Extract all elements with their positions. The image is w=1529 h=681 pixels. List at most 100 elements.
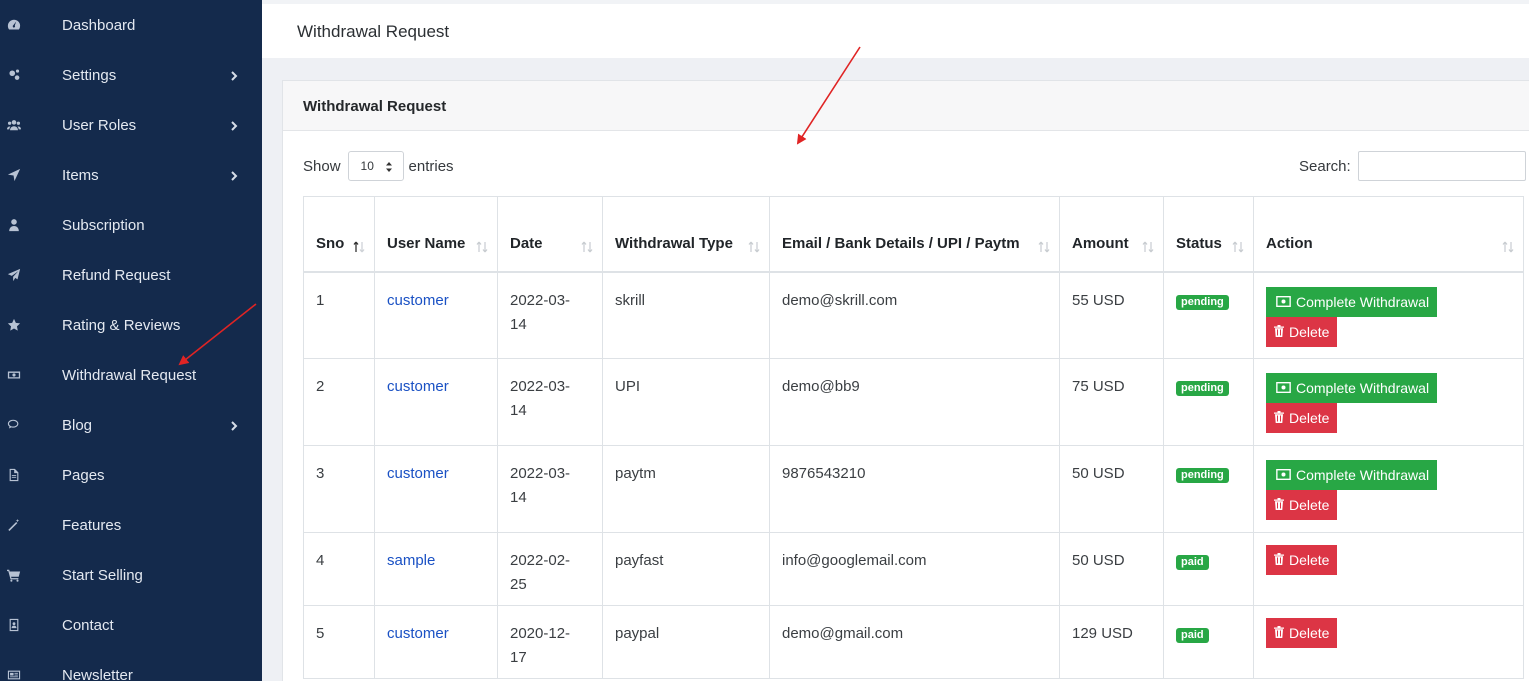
delete-button[interactable]: Delete: [1266, 316, 1338, 347]
amount-cell: 50 USD: [1059, 445, 1164, 533]
column-header-action[interactable]: Action: [1253, 196, 1524, 273]
action-cell: Delete: [1253, 532, 1524, 606]
chevron-right-icon: [228, 69, 240, 81]
status-cell: paid: [1163, 605, 1254, 679]
sidebar-item-features[interactable]: Features: [0, 500, 262, 550]
card-header: Withdrawal Request: [283, 81, 1529, 131]
sidebar-item-label: Rating & Reviews: [62, 316, 181, 334]
user-link[interactable]: sample: [387, 552, 435, 569]
column-header-sno[interactable]: Sno: [303, 196, 375, 273]
search-control: Search:: [1299, 151, 1526, 181]
trash-icon: [1274, 406, 1289, 430]
complete-withdrawal-button[interactable]: Complete Withdrawal: [1266, 373, 1438, 403]
chevron-right-icon: [228, 119, 240, 131]
status-badge: pending: [1176, 381, 1229, 396]
sort-icon: [580, 238, 594, 252]
address-book-icon: [6, 617, 22, 633]
entries-select[interactable]: 10: [347, 151, 404, 181]
column-header-withdrawal-type[interactable]: Withdrawal Type: [602, 196, 770, 273]
column-header-user-name[interactable]: User Name: [374, 196, 498, 273]
sidebar-item-label: Dashboard: [62, 16, 136, 34]
file-icon: [6, 467, 22, 483]
sidebar-item-pages[interactable]: Pages: [0, 450, 262, 500]
user-link[interactable]: customer: [387, 465, 449, 482]
column-header-email-bank-details-upi-paytm[interactable]: Email / Bank Details / UPI / Paytm: [769, 196, 1060, 273]
column-header-label: User Name: [387, 234, 466, 252]
sidebar-item-label: Refund Request: [62, 266, 171, 284]
location-arrow-icon: [6, 167, 22, 183]
details-cell: demo@gmail.com: [769, 605, 1060, 679]
delete-button[interactable]: Delete: [1266, 490, 1338, 520]
sort-icon: [475, 238, 489, 252]
sidebar: Dashboard Settings User Roles Items Subscrip…: [0, 0, 262, 681]
sidebar-item-newsletter[interactable]: Newsletter: [0, 650, 262, 681]
paper-plane-icon: [6, 267, 22, 283]
users-icon: [6, 117, 22, 133]
sidebar-item-blog[interactable]: Blog: [0, 400, 262, 450]
withdrawal-card: Withdrawal Request Show 10 entries Searc…: [282, 80, 1529, 681]
sidebar-item-subscription[interactable]: Subscription: [0, 200, 262, 250]
user-cell: customer: [374, 358, 498, 446]
sidebar-item-items[interactable]: Items: [0, 150, 262, 200]
details-cell: demo@bb9: [769, 358, 1060, 446]
sidebar-item-start-selling[interactable]: Start Selling: [0, 550, 262, 600]
column-header-date[interactable]: Date: [497, 196, 603, 273]
column-header-amount[interactable]: Amount: [1059, 196, 1164, 273]
delete-button[interactable]: Delete: [1266, 618, 1338, 648]
delete-label: Delete: [1289, 497, 1330, 513]
sidebar-item-label: Subscription: [62, 216, 145, 234]
sort-icon: [747, 238, 761, 252]
withdrawal-type-cell: skrill: [602, 271, 770, 359]
user-link[interactable]: customer: [387, 378, 449, 395]
table-row: 2 customer 2022-03- 14 UPI demo@bb9 75 USD pend…: [303, 358, 1524, 446]
user-cell: customer: [374, 445, 498, 533]
column-header-status[interactable]: Status: [1163, 196, 1254, 273]
user-cell: customer: [374, 605, 498, 679]
gauge-icon: [6, 17, 22, 33]
sidebar-item-label: Start Selling: [62, 566, 143, 584]
sidebar-item-dashboard[interactable]: Dashboard: [0, 0, 262, 50]
search-input[interactable]: [1357, 151, 1526, 181]
status-badge: pending: [1176, 294, 1229, 310]
user-link[interactable]: customer: [387, 292, 449, 309]
delete-button[interactable]: Delete: [1266, 403, 1338, 433]
newspaper-icon: [6, 667, 22, 681]
details-cell: info@googlemail.com: [769, 532, 1060, 606]
trash-icon: [1274, 493, 1289, 517]
date-cell: 2022-03- 14: [497, 445, 603, 533]
column-header-label: Withdrawal Type: [615, 234, 733, 252]
sidebar-item-withdrawal-request[interactable]: Withdrawal Request: [0, 350, 262, 400]
status-badge: pending: [1176, 468, 1229, 483]
user-icon: [6, 217, 22, 233]
sidebar-item-label: Settings: [62, 66, 117, 84]
sidebar-item-label: Withdrawal Request: [62, 366, 197, 384]
sort-icon: [1231, 238, 1245, 252]
sidebar-item-label: Features: [62, 516, 122, 534]
user-link[interactable]: customer: [387, 625, 449, 642]
sidebar-item-settings[interactable]: Settings: [0, 50, 262, 100]
sno-cell: 3: [303, 445, 375, 533]
sidebar-item-refund-request[interactable]: Refund Request: [0, 250, 262, 300]
table-row: 4 sample 2022-02- 25 payfast info@googlemail.…: [303, 532, 1524, 606]
action-cell: Delete: [1253, 605, 1524, 679]
table-row: 5 customer 2020-12- 17 paypal demo@gmail.com 1…: [303, 605, 1524, 679]
comments-icon: [6, 417, 22, 433]
sidebar-item-user-roles[interactable]: User Roles: [0, 100, 262, 150]
sidebar-item-rating-reviews[interactable]: Rating & Reviews: [0, 300, 262, 350]
table-header-row: Sno User Name Date Withdrawal Type Email / B…: [303, 196, 1524, 273]
user-cell: sample: [374, 532, 498, 606]
withdrawal-table: Sno User Name Date Withdrawal Type Email / B…: [303, 196, 1524, 679]
sidebar-item-label: Items: [62, 166, 99, 184]
amount-cell: 129 USD: [1059, 605, 1164, 679]
sort-icon: [1141, 238, 1155, 252]
complete-withdrawal-button[interactable]: Complete Withdrawal: [1266, 286, 1438, 317]
gears-icon: [6, 67, 22, 83]
sidebar-item-contact[interactable]: Contact: [0, 600, 262, 650]
column-header-label: Email / Bank Details / UPI / Paytm: [782, 234, 1020, 252]
delete-label: Delete: [1289, 323, 1330, 340]
complete-withdrawal-button[interactable]: Complete Withdrawal: [1266, 460, 1438, 490]
complete-withdrawal-label: Complete Withdrawal: [1296, 467, 1430, 483]
action-cell: Complete Withdrawal Delete: [1253, 358, 1524, 446]
delete-button[interactable]: Delete: [1266, 545, 1338, 575]
money-bill-icon: [6, 367, 22, 383]
